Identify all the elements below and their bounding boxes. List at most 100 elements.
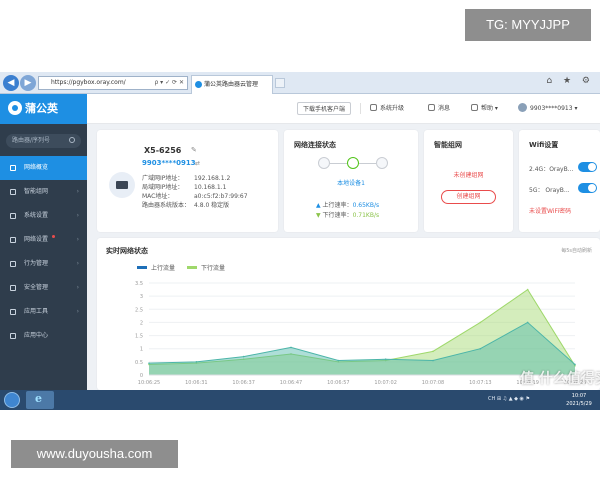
sidebar-search-placeholder: 路由器/序列号 [12, 137, 51, 144]
data-point [432, 359, 434, 362]
data-point [384, 358, 387, 361]
network-topology [318, 156, 388, 170]
search-icon[interactable] [69, 137, 75, 143]
y-tick-label: 3 [140, 294, 143, 300]
data-point [574, 363, 576, 366]
router-icon [109, 172, 135, 198]
create-mesh-button[interactable]: 创建组网 [441, 190, 496, 204]
sidebar-item-label: 系统设置 [24, 212, 49, 219]
mesh-title: 智能组网 [434, 141, 462, 149]
wifi-card: Wifi设置 2.4G：OrayB... 5G： OrayB... 未设置WiF… [519, 130, 600, 232]
system-upgrade-link[interactable]: 系统升级 [370, 103, 404, 112]
sidebar-item-behavior[interactable]: 行为管理 › [0, 252, 87, 276]
download-app-button[interactable]: 下载手机客户端 [297, 102, 352, 115]
system-tray[interactable]: CH ⊞ ♫ ▲ ◆ ◉ ⚑ [488, 396, 530, 402]
taskbar-ie-icon[interactable] [26, 391, 54, 409]
address-text: https://pgybox.oray.com/ [51, 79, 126, 86]
mesh-card: 智能组网 未创建组网 创建组网 [424, 130, 513, 232]
device-info-key: 局域网IP地址： [142, 184, 184, 191]
chevron-right-icon: › [76, 236, 79, 243]
network-status-card: 网络连接状态 本地设备1 ▲ 上行速率：0.65KB/s ▼ 下行速率：0.71… [284, 130, 418, 232]
sidebar-item-network[interactable]: 网络设置 › [0, 228, 87, 252]
x-tick-label: 10:06:47 [280, 380, 302, 386]
help-icon [471, 104, 478, 111]
address-icons[interactable]: ρ ▾ ✓ ⟳ ✕ [154, 77, 184, 89]
device-info-value: a0:c5:f2:b7:99:67 [194, 193, 248, 200]
start-button[interactable] [4, 392, 20, 408]
clock[interactable]: 10:07 2021/5/29 [560, 392, 598, 408]
help-label: 帮助 [481, 105, 494, 112]
x-tick-label: 10:07:13 [469, 380, 491, 386]
data-point [290, 346, 292, 349]
data-point [242, 355, 245, 358]
logo-icon [8, 101, 22, 115]
y-tick-label: 0.5 [135, 360, 143, 366]
sidebar-search-input[interactable]: 路由器/序列号 [6, 134, 81, 148]
sidebar-item-label: 安全管理 [24, 284, 49, 291]
forward-icon[interactable]: ▶ [20, 75, 36, 91]
sidebar-item-overview[interactable]: 网络概览 [0, 156, 87, 180]
sidebar-item-system[interactable]: 系统设置 › [0, 204, 87, 228]
data-point [479, 347, 482, 350]
system-upgrade-label: 系统升级 [380, 105, 405, 112]
account-menu[interactable]: 9903****0913 ▾ [518, 103, 577, 112]
y-tick-label: 3.5 [135, 281, 143, 287]
sidebar-item-security[interactable]: 安全管理 › [0, 276, 87, 300]
legend-download: 下行流量 [187, 263, 225, 272]
wifi-password-link[interactable]: 未设置WiFi密码 [529, 206, 571, 215]
x-tick-label: 10:07:02 [374, 380, 396, 386]
sidebar-item-label: 智能组网 [24, 188, 49, 195]
edit-icon[interactable]: ✎ [191, 146, 197, 154]
data-point [195, 361, 198, 363]
download-rate-value: 0.71KB/s [352, 212, 380, 219]
messages-label: 消息 [438, 105, 451, 112]
logo[interactable]: 蒲公英 [0, 94, 87, 124]
address-bar[interactable]: https://pgybox.oray.com/ ρ ▾ ✓ ⟳ ✕ [38, 76, 188, 90]
sidebar-item-appcenter[interactable]: 应用中心 [0, 324, 87, 348]
back-icon[interactable]: ◀ [3, 75, 19, 91]
device-info-key: 广域网IP地址： [142, 175, 184, 182]
wifi-24-toggle[interactable] [578, 162, 597, 172]
upload-rate: ▲ 上行速率：0.65KB/s [316, 200, 379, 209]
device-info-table: 广域网IP地址： 192.168.1.2 局域网IP地址： 10.168.1.1 M… [142, 173, 248, 209]
sidebar-item-label: 网络概览 [24, 164, 49, 171]
chevron-right-icon: › [76, 260, 79, 267]
download-rate-label: 下行速率： [322, 212, 353, 219]
sidebar-item-tools[interactable]: 应用工具 › [0, 300, 87, 324]
account-label: 9903****0913 [530, 105, 573, 112]
browser-right-icons[interactable]: ⌂ ★ ⚙ [546, 76, 594, 86]
upload-rate-value: 0.65KB/s [352, 202, 380, 209]
upload-rate-label: 上行速率： [322, 202, 353, 209]
data-point [337, 359, 340, 362]
y-tick-label: 1 [140, 347, 143, 353]
watermark: 值 什么值得买 [520, 371, 600, 387]
browser-tab[interactable]: 蒲公英路由器云管理 [191, 75, 273, 94]
new-tab-button[interactable] [275, 78, 285, 88]
sidebar-item-mesh[interactable]: 智能组网 › [0, 180, 87, 204]
device-info-row: 局域网IP地址： 10.168.1.1 [142, 182, 248, 191]
sidebar-item-label: 网络设置 [24, 236, 49, 243]
taskbar: CH ⊞ ♫ ▲ ◆ ◉ ⚑ 10:07 2021/5/29 [0, 390, 600, 410]
bell-icon [428, 104, 435, 111]
y-tick-label: 1.5 [135, 334, 143, 340]
legend-swatch [187, 266, 197, 269]
device-info-row: 路由器系统版本： 4.8.0 稳定版 [142, 200, 248, 209]
header-divider [360, 103, 361, 114]
help-link[interactable]: 帮助 ▾ [471, 103, 498, 112]
messages-link[interactable]: 消息 [428, 103, 450, 112]
sidebar: 路由器/序列号 网络概览 智能组网 › 系统设置 › 网络设置 › 行为管理 › 安全管… [0, 124, 87, 390]
y-tick-label: 0 [140, 373, 143, 379]
mesh-icon [10, 189, 16, 195]
page-root: TG: MYYJJPP ◀ ▶ https://pgybox.oray.com/… [0, 0, 600, 480]
device-info-value: 4.8.0 稳定版 [194, 202, 230, 209]
x-tick-label: 10:06:25 [138, 380, 160, 386]
wifi-5-toggle[interactable] [578, 183, 597, 193]
app-header: 蒲公英 下载手机客户端 系统升级 消息 帮助 ▾ 9903****0913 ▾ [0, 94, 600, 124]
tab-title: 蒲公英路由器云管理 [204, 81, 259, 88]
x-tick-label: 10:06:31 [185, 380, 207, 386]
data-point [148, 362, 150, 364]
screen-capture: ◀ ▶ https://pgybox.oray.com/ ρ ▾ ✓ ⟳ ✕ 蒲… [0, 72, 600, 410]
device-icon [318, 157, 330, 169]
device-name: X5-6256 [144, 146, 182, 155]
link-icon[interactable]: ⇄ [195, 160, 200, 167]
